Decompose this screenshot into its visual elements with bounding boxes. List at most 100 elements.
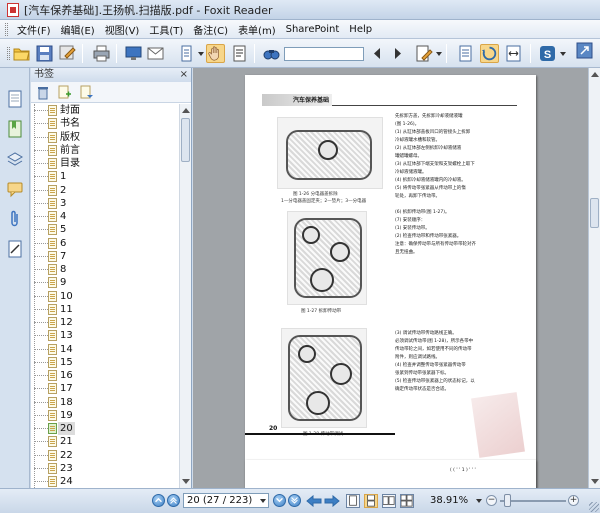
- bookmark-item[interactable]: 23: [31, 462, 179, 475]
- attachments-panel-icon[interactable]: [6, 210, 24, 228]
- bookmarks-panel-icon[interactable]: [6, 120, 24, 138]
- bookmark-item[interactable]: 8: [31, 263, 179, 276]
- foxit-app-icon[interactable]: [7, 2, 19, 17]
- signatures-panel-icon[interactable]: [6, 240, 24, 258]
- fit-page-icon[interactable]: [456, 44, 475, 63]
- bookmarks-close-button[interactable]: ×: [180, 68, 188, 82]
- search-previous-icon[interactable]: [368, 44, 387, 63]
- bookmark-item[interactable]: 封面: [31, 104, 179, 117]
- bookmark-item[interactable]: 18: [31, 396, 179, 409]
- zoom-slider-thumb[interactable]: [503, 494, 511, 507]
- bookmark-item[interactable]: 9: [31, 276, 179, 289]
- delete-bookmark-icon[interactable]: [36, 85, 50, 100]
- pages-panel-icon[interactable]: [6, 90, 24, 108]
- document-view[interactable]: 汽车保养基础 图 1-26 分电器盖拆除 1—分电器盖固定夹；2—垫片；3—分电…: [193, 68, 588, 488]
- fit-width-icon[interactable]: [504, 44, 523, 63]
- document-edit-dropdown[interactable]: [436, 52, 442, 56]
- previous-page-button[interactable]: [167, 494, 180, 507]
- sharepoint-dropdown[interactable]: [560, 52, 566, 56]
- screen-icon[interactable]: [124, 44, 143, 63]
- bookmark-item[interactable]: 21: [31, 435, 179, 448]
- zoom-level[interactable]: 38.91%: [430, 495, 468, 506]
- page-layout-icon[interactable]: [177, 44, 196, 63]
- bookmarks-scrollbar[interactable]: [179, 104, 191, 488]
- layers-panel-icon[interactable]: [6, 150, 24, 168]
- bookmark-item[interactable]: 书名: [31, 117, 179, 130]
- comments-panel-icon[interactable]: [6, 180, 24, 198]
- bookmark-item[interactable]: 版权: [31, 131, 179, 144]
- bookmark-item[interactable]: 1: [31, 170, 179, 183]
- bookmark-item[interactable]: 目录: [31, 157, 179, 170]
- sharepoint-icon[interactable]: S: [538, 44, 557, 63]
- menu-help[interactable]: Help: [344, 24, 377, 35]
- document-edit-icon[interactable]: [414, 44, 433, 63]
- scroll-thumb[interactable]: [590, 198, 599, 228]
- bookmark-item[interactable]: 11: [31, 303, 179, 316]
- scroll-up-arrow[interactable]: [182, 108, 190, 113]
- bookmark-item[interactable]: 10: [31, 290, 179, 303]
- continuous-view-button[interactable]: [364, 494, 378, 508]
- menu-grip[interactable]: [5, 22, 8, 36]
- select-text-icon[interactable]: [230, 44, 249, 63]
- open-folder-icon[interactable]: [12, 44, 31, 63]
- expand-bookmark-icon[interactable]: [79, 85, 93, 100]
- save-as-icon[interactable]: [58, 44, 77, 63]
- zoom-in-button[interactable]: +: [568, 495, 579, 506]
- next-page-button[interactable]: [273, 494, 286, 507]
- print-icon[interactable]: [92, 44, 111, 63]
- page-number-dropdown[interactable]: [260, 499, 266, 503]
- pdf-page[interactable]: 汽车保养基础 图 1-26 分电器盖拆除 1—分电器盖固定夹；2—垫片；3—分电…: [245, 75, 536, 488]
- page-number-field[interactable]: 20 (27 / 223): [183, 493, 269, 508]
- bookmark-item[interactable]: 16: [31, 369, 179, 382]
- menu-tools[interactable]: 工具(T): [144, 22, 188, 37]
- bookmark-item[interactable]: 7: [31, 250, 179, 263]
- page-layout-dropdown[interactable]: [198, 52, 204, 56]
- bookmark-item[interactable]: 19: [31, 409, 179, 422]
- menu-forms[interactable]: 表单(m): [233, 22, 281, 37]
- last-page-button[interactable]: [288, 494, 301, 507]
- menu-view[interactable]: 视图(V): [100, 22, 145, 37]
- menu-sharepoint[interactable]: SharePoint: [281, 24, 345, 35]
- next-pdf-page[interactable]: ( ( ' ' 1 ) ' ' ': [245, 460, 536, 488]
- facing-view-button[interactable]: [382, 494, 396, 508]
- find-icon[interactable]: [262, 44, 281, 63]
- first-page-button[interactable]: [152, 494, 165, 507]
- scroll-down-arrow[interactable]: [182, 479, 190, 484]
- bookmark-item[interactable]: 2: [31, 184, 179, 197]
- search-next-icon[interactable]: [388, 44, 407, 63]
- bookmark-item[interactable]: 13: [31, 329, 179, 342]
- hand-tool-button[interactable]: [206, 44, 225, 63]
- new-bookmark-icon[interactable]: [57, 85, 71, 100]
- bookmark-item[interactable]: 前言: [31, 144, 179, 157]
- go-back-icon[interactable]: [306, 495, 322, 507]
- scroll-thumb[interactable]: [181, 118, 190, 162]
- continuous-facing-view-button[interactable]: [400, 494, 414, 508]
- menu-edit[interactable]: 编辑(E): [56, 22, 100, 37]
- search-input[interactable]: [284, 47, 364, 61]
- go-forward-icon[interactable]: [324, 495, 340, 507]
- bookmark-item[interactable]: 4: [31, 210, 179, 223]
- scroll-up-arrow[interactable]: [591, 72, 599, 77]
- window-resize-grip[interactable]: [589, 502, 599, 512]
- expand-toolbar-icon[interactable]: [575, 41, 594, 60]
- menu-comments[interactable]: 备注(C): [188, 22, 233, 37]
- zoom-out-button[interactable]: −: [486, 495, 497, 506]
- bookmark-item[interactable]: 17: [31, 382, 179, 395]
- menu-file[interactable]: 文件(F): [12, 22, 56, 37]
- toolbar-grip[interactable]: [7, 47, 10, 60]
- bookmark-item[interactable]: 12: [31, 316, 179, 329]
- rotate-view-button[interactable]: [480, 44, 499, 63]
- bookmark-item[interactable]: 6: [31, 237, 179, 250]
- zoom-dropdown[interactable]: [476, 499, 482, 503]
- single-page-view-button[interactable]: [346, 494, 360, 508]
- bookmark-item[interactable]: 24: [31, 475, 179, 488]
- bookmark-item[interactable]: 3: [31, 197, 179, 210]
- save-icon[interactable]: [35, 44, 54, 63]
- scroll-down-arrow[interactable]: [591, 479, 599, 484]
- document-scrollbar[interactable]: [588, 68, 600, 488]
- email-icon[interactable]: [146, 44, 165, 63]
- bookmark-item[interactable]: 5: [31, 223, 179, 236]
- bookmark-item[interactable]: 20: [31, 422, 179, 435]
- bookmark-item[interactable]: 15: [31, 356, 179, 369]
- bookmark-item[interactable]: 22: [31, 449, 179, 462]
